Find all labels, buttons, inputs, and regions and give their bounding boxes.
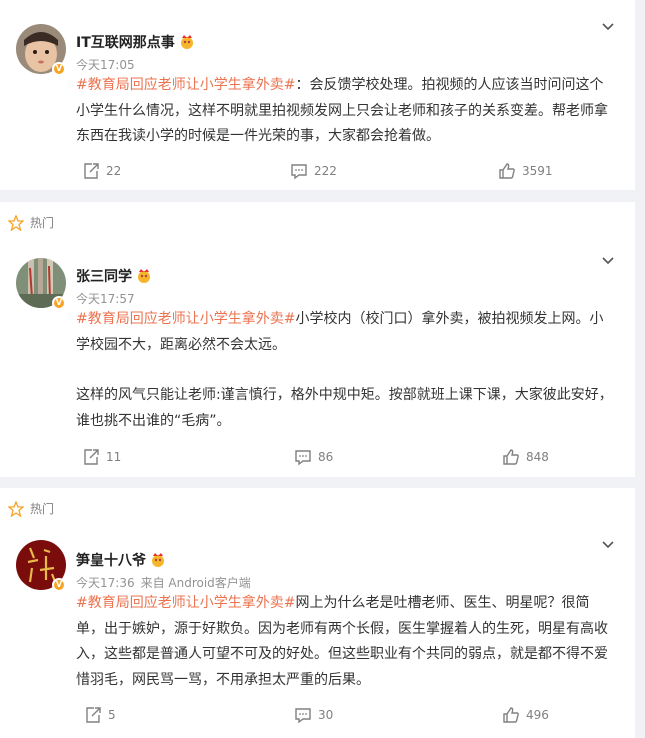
comment-icon (295, 708, 311, 724)
post-card: 热门 V 笋皇十八爷 今天17:36 来自 Android客户端 #教育局回应老师… (0, 488, 635, 738)
chevron-down-icon[interactable] (601, 20, 615, 34)
post-time[interactable]: 今天17:36 (76, 576, 135, 590)
post-meta: 今天17:57 (76, 290, 135, 307)
post-paragraph: #教育局回应老师让小学生拿外卖#小学校内（校门口）拿外卖，被拍视频发上网。小学校… (76, 311, 604, 353)
like-icon (499, 163, 515, 179)
comment-icon (291, 164, 307, 180)
repost-button[interactable]: 11 (82, 448, 121, 466)
like-count: 496 (526, 708, 549, 722)
post-card: V IT互联网那点事 今天17:05 #教育局回应老师让小学生拿外卖#：会反馈学… (0, 0, 635, 190)
repost-count: 5 (108, 708, 116, 722)
crown-icon (180, 35, 193, 49)
post-card: 热门 V 张三同学 今天17:57 #教育局回应老师让小学生拿外卖#小学校内（校… (0, 202, 635, 477)
comment-button[interactable]: 30 (294, 706, 333, 724)
chevron-down-icon[interactable] (601, 254, 615, 268)
star-icon (8, 214, 24, 231)
repost-icon (84, 163, 99, 179)
repost-icon (86, 707, 101, 723)
repost-count: 11 (106, 450, 122, 464)
crown-icon (138, 269, 150, 283)
like-button[interactable]: 3591 (498, 162, 553, 180)
username[interactable]: IT互联网那点事 (76, 32, 175, 52)
repost-count: 22 (106, 164, 122, 178)
post-time[interactable]: 今天17:57 (76, 292, 135, 306)
username[interactable]: 张三同学 (76, 266, 132, 286)
hashtag-link[interactable]: #教育局回应老师让小学生拿外卖# (76, 77, 295, 93)
like-count: 3591 (522, 164, 553, 178)
like-icon (503, 707, 519, 723)
like-button[interactable]: 496 (502, 706, 549, 724)
repost-button[interactable]: 5 (84, 706, 116, 724)
verified-v-icon: V (52, 578, 66, 592)
comment-count: 86 (318, 450, 334, 464)
hot-label-text: 热门 (30, 502, 55, 516)
verified-v-icon: V (52, 296, 66, 310)
post-meta: 今天17:05 (76, 56, 135, 73)
verified-v-icon: V (52, 62, 66, 76)
hot-label-text: 热门 (30, 216, 55, 230)
username[interactable]: 笋皇十八爷 (76, 550, 146, 570)
like-button[interactable]: 848 (502, 448, 549, 466)
post-text: #教育局回应老师让小学生拿外卖#小学校内（校门口）拿外卖，被拍视频发上网。小学校… (76, 307, 616, 434)
hot-label: 热门 (8, 214, 54, 231)
post-text: #教育局回应老师让小学生拿外卖#：会反馈学校处理。拍视频的人应该当时问问这个小学… (76, 73, 616, 150)
comment-button[interactable]: 86 (294, 448, 333, 466)
star-icon (8, 500, 24, 517)
comment-button[interactable]: 222 (290, 162, 337, 180)
repost-icon (84, 449, 99, 465)
crown-icon (152, 553, 164, 567)
comment-count: 222 (314, 164, 337, 178)
hashtag-link[interactable]: #教育局回应老师让小学生拿外卖# (76, 311, 295, 327)
hot-label: 热门 (8, 500, 54, 517)
hashtag-link[interactable]: #教育局回应老师让小学生拿外卖# (76, 595, 295, 611)
post-text: #教育局回应老师让小学生拿外卖#网上为什么老是吐槽老师、医生、明星呢？很简单，出… (76, 591, 616, 693)
post-meta: 今天17:36 来自 Android客户端 (76, 574, 251, 591)
comment-count: 30 (318, 708, 334, 722)
chevron-down-icon[interactable] (601, 538, 615, 552)
post-time[interactable]: 今天17:05 (76, 58, 135, 72)
like-count: 848 (526, 450, 549, 464)
post-paragraph: 这样的风气只能让老师:谨言慎行，格外中规中矩。按部就班上课下课，大家彼此安好，谁… (76, 387, 613, 429)
like-icon (503, 449, 519, 465)
repost-button[interactable]: 22 (82, 162, 121, 180)
post-source: 来自 Android客户端 (140, 576, 251, 590)
comment-icon (295, 450, 311, 466)
